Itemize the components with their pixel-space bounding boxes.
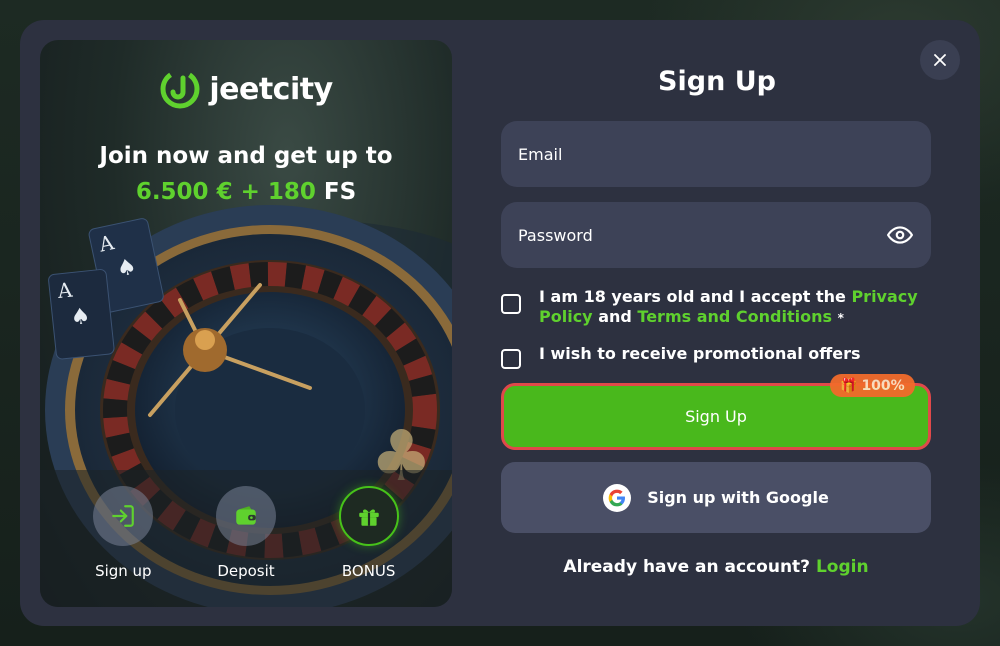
wallet-icon: [236, 506, 256, 525]
promo-offers-row: I wish to receive promotional offers: [501, 342, 921, 369]
promo-deposit-action[interactable]: Deposit: [196, 486, 296, 580]
promo-panel: A ♠ A ♠ ♣ jeetcity Join now and get up t…: [40, 40, 452, 607]
login-prompt: Already have an account? Login: [501, 557, 931, 577]
promo-signup-circle: [93, 486, 154, 546]
promo-signup-action[interactable]: Sign up: [73, 486, 173, 580]
headline-line2: 6.500 € + 180 FS: [40, 174, 452, 210]
promo-signup-label: Sign up: [95, 562, 152, 580]
terms-and: and: [598, 307, 632, 326]
svg-text:♠: ♠: [69, 304, 91, 331]
promo-deposit-label: Deposit: [217, 562, 275, 580]
terms-conditions-link[interactable]: Terms and Conditions: [637, 307, 832, 326]
bonus-badge: 🎁 100%: [830, 374, 915, 397]
promo-bonus-action[interactable]: BONUS: [319, 486, 419, 580]
promo-deposit-circle: [215, 486, 276, 546]
eye-icon: [887, 226, 913, 244]
promo-bonus-circle: [338, 486, 399, 546]
promo-actions: Sign up Deposit BONUS: [40, 486, 452, 580]
close-button[interactable]: [920, 40, 960, 80]
login-icon: [112, 505, 135, 527]
gift-icon: [358, 509, 379, 526]
svg-text:A: A: [55, 278, 73, 304]
promo-headline: Join now and get up to 6.500 € + 180 FS: [40, 138, 452, 210]
bonus-amount: 6.500 € + 180: [135, 179, 316, 205]
badge-label: 100%: [861, 377, 905, 394]
email-field: [501, 121, 931, 187]
form-title: Sign Up: [658, 66, 776, 97]
headline-line1: Join now and get up to: [99, 143, 393, 169]
promo-offers-label: I wish to receive promotional offers: [539, 344, 861, 363]
promo-bonus-label: BONUS: [341, 562, 396, 580]
terms-prefix: I am 18 years old and I accept the: [539, 287, 846, 306]
brand-name: jeetcity: [209, 71, 333, 107]
signup-modal: A ♠ A ♠ ♣ jeetcity Join now and get up t…: [20, 20, 980, 626]
close-icon: [934, 54, 946, 66]
badge-gift-icon: 🎁: [840, 377, 858, 394]
google-icon: [603, 483, 632, 512]
login-link[interactable]: Login: [816, 557, 869, 577]
google-signup-label: Sign up with Google: [647, 488, 829, 507]
required-mark: *: [837, 311, 844, 325]
google-signup-button[interactable]: Sign up with Google: [501, 462, 931, 533]
jeetcity-logo-icon: [160, 69, 200, 109]
bonus-suffix: FS: [323, 179, 357, 205]
have-account-text: Already have an account?: [563, 557, 811, 577]
brand-logo: jeetcity: [40, 68, 452, 110]
password-input[interactable]: [518, 225, 886, 245]
email-input[interactable]: [518, 144, 914, 164]
show-password-toggle[interactable]: [886, 221, 914, 249]
password-field: [501, 202, 931, 268]
terms-text: I am 18 years old and I accept the Priva…: [539, 287, 921, 328]
terms-row: I am 18 years old and I accept the Priva…: [501, 287, 921, 328]
promo-offers-checkbox[interactable]: [501, 349, 521, 369]
terms-checkbox[interactable]: [501, 294, 521, 314]
